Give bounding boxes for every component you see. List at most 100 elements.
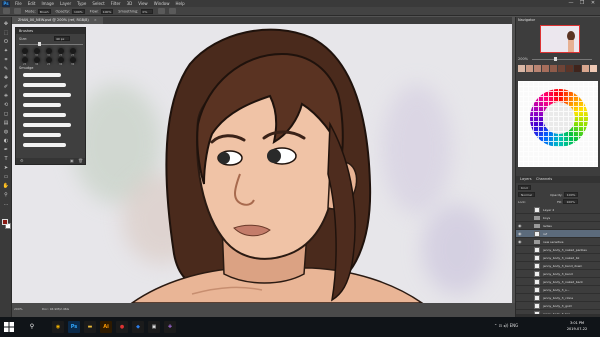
minimize-button[interactable]: — — [566, 0, 576, 7]
color-swatch[interactable] — [590, 65, 597, 72]
layer-row[interactable]: jenny_body_3_naked_panties — [516, 246, 600, 254]
brush-folder-label[interactable]: Smudge — [19, 66, 33, 70]
layer-kind-select[interactable]: Kind — [518, 185, 531, 190]
healing-icon[interactable]: ✚ — [2, 75, 10, 82]
navigator-tab[interactable]: Navigator — [518, 18, 535, 22]
layer-row[interactable]: jenny_body_3_naked_back — [516, 278, 600, 286]
zoom-icon[interactable]: ⚲ — [2, 192, 10, 199]
layer-row[interactable]: boys — [516, 214, 600, 222]
brush-settings-icon[interactable]: ⚙ — [20, 158, 24, 163]
opacity-input[interactable]: 100% — [72, 8, 85, 14]
color-swatch[interactable] — [582, 65, 589, 72]
taskbar-clock[interactable]: 3:01 PM 2019-07-22 — [560, 320, 594, 332]
taskbar-app-photoshop-icon[interactable]: Ps — [68, 321, 80, 333]
taskbar-app-app-red-icon[interactable]: ● — [116, 321, 128, 333]
brush-size-slider-handle[interactable] — [38, 42, 41, 46]
mode-select[interactable]: Brush — [37, 8, 51, 14]
document-canvas[interactable] — [12, 24, 512, 303]
magic-wand-icon[interactable]: ✦ — [2, 48, 10, 55]
color-swatch[interactable] — [518, 65, 525, 72]
settings-gear-icon[interactable] — [157, 8, 165, 14]
layer-fill-input[interactable]: 100% — [563, 199, 579, 204]
brush-stroke-preview[interactable] — [23, 83, 66, 87]
navigator-zoom-slider-handle[interactable] — [554, 57, 557, 61]
blur-icon[interactable]: ◍ — [2, 129, 10, 136]
menu-select[interactable]: Select — [89, 1, 107, 6]
layer-row[interactable]: jenny_body_3_s... — [516, 286, 600, 294]
pressure-icon[interactable] — [168, 8, 176, 14]
layer-row[interactable]: jenny_body_3_naked_bk — [516, 254, 600, 262]
brush-stroke-preview[interactable] — [23, 103, 61, 107]
color-swatch[interactable] — [526, 65, 533, 72]
navigator-zoom-slider[interactable] — [532, 59, 592, 60]
navigator-zoom-value[interactable]: 200% — [518, 57, 528, 61]
close-tab-icon[interactable]: × — [94, 18, 97, 22]
shape-icon[interactable]: ▭ — [2, 174, 10, 181]
layer-row[interactable]: ◉ ref — [516, 230, 600, 238]
move-icon[interactable]: ✥ — [2, 21, 10, 28]
menu-layer[interactable]: Layer — [57, 1, 74, 6]
new-brush-icon[interactable]: ▣ — [70, 158, 74, 163]
flow-input[interactable]: 100% — [100, 8, 114, 14]
color-swatch[interactable] — [542, 65, 549, 72]
brush-size-input[interactable]: 40 px — [54, 36, 70, 41]
layer-row[interactable]: ◉ ladies — [516, 222, 600, 230]
path-select-icon[interactable]: ➤ — [2, 165, 10, 172]
menu-file[interactable]: File — [12, 1, 25, 6]
brush-stroke-preview[interactable] — [23, 113, 66, 117]
layer-opacity-input[interactable]: 100% — [563, 192, 579, 197]
taskbar-search-icon[interactable]: ⚲ — [17, 319, 47, 335]
brush-stroke-preview[interactable] — [23, 143, 66, 147]
layer-row[interactable]: Layer 2 — [516, 206, 600, 214]
marquee-icon[interactable]: ⬚ — [2, 30, 10, 37]
brush-stroke-preview[interactable] — [23, 123, 71, 127]
brush-settings-icon[interactable] — [14, 8, 21, 14]
type-icon[interactable]: T — [2, 156, 10, 163]
color-swatch[interactable] — [574, 65, 581, 72]
taskbar-app-app-purple-icon[interactable]: ✚ — [164, 321, 176, 333]
menu-window[interactable]: Window — [151, 1, 173, 6]
close-window-button[interactable]: ✕ — [588, 0, 598, 7]
eyedropper-icon[interactable]: ✎ — [2, 66, 10, 73]
layer-row[interactable]: ◉ new sensitive — [516, 238, 600, 246]
maximize-button[interactable]: ❐ — [577, 0, 587, 7]
gradient-icon[interactable]: ▤ — [2, 120, 10, 127]
dodge-icon[interactable]: ◐ — [2, 138, 10, 145]
color-swatch[interactable] — [550, 65, 557, 72]
crop-icon[interactable]: ⌗ — [2, 57, 10, 64]
layer-visibility-eye-icon[interactable]: ◉ — [518, 223, 522, 228]
layer-visibility-eye-icon[interactable]: ◉ — [518, 239, 522, 244]
navigator-thumbnail[interactable] — [540, 25, 580, 53]
color-wheel-panel[interactable] — [518, 81, 598, 167]
taskbar-app-chrome-icon[interactable]: ◉ — [52, 321, 64, 333]
menu-type[interactable]: Type — [74, 1, 89, 6]
brush-preset-icon[interactable] — [3, 8, 10, 14]
status-zoom[interactable]: 200% — [14, 307, 23, 311]
menu-help[interactable]: Help — [172, 1, 187, 6]
brush-stroke-preview[interactable] — [23, 133, 61, 137]
taskbar-app-app-blue-icon[interactable]: ◆ — [132, 321, 144, 333]
tab-layers[interactable]: Layers — [520, 177, 532, 181]
taskbar-app-explorer-icon[interactable]: ▬ — [84, 321, 96, 333]
menu-filter[interactable]: Filter — [108, 1, 124, 6]
eraser-icon[interactable]: ◻ — [2, 111, 10, 118]
layer-row[interactable]: jenny_body_3_bend_down — [516, 262, 600, 270]
layer-row[interactable]: jenny_body_3_bend — [516, 270, 600, 278]
brush-size-slider[interactable] — [19, 44, 83, 45]
blend-mode-select[interactable]: Normal — [518, 192, 535, 197]
menu-edit[interactable]: Edit — [25, 1, 39, 6]
windows-start-icon[interactable] — [4, 322, 14, 332]
menu-image[interactable]: Image — [38, 1, 57, 6]
color-swatch[interactable] — [534, 65, 541, 72]
taskbar-app-app-white-icon[interactable]: ▣ — [148, 321, 160, 333]
delete-brush-icon[interactable]: 🗑 — [78, 158, 83, 163]
system-tray[interactable]: ⌃ ⊡ ◂)) ENG — [494, 323, 518, 328]
document-tab[interactable]: ZHAN_00_NEW.psd @ 200% (ref, RGB/8) × — [12, 17, 103, 24]
color-swatch[interactable] — [558, 65, 565, 72]
color-swatch[interactable] — [566, 65, 573, 72]
more-icon[interactable]: … — [2, 201, 10, 208]
menu-view[interactable]: View — [135, 1, 151, 6]
history-brush-icon[interactable]: ⟲ — [2, 102, 10, 109]
taskbar-app-illustrator-icon[interactable]: Ai — [100, 321, 112, 333]
layer-row[interactable]: jenny_body_3_clone — [516, 294, 600, 302]
